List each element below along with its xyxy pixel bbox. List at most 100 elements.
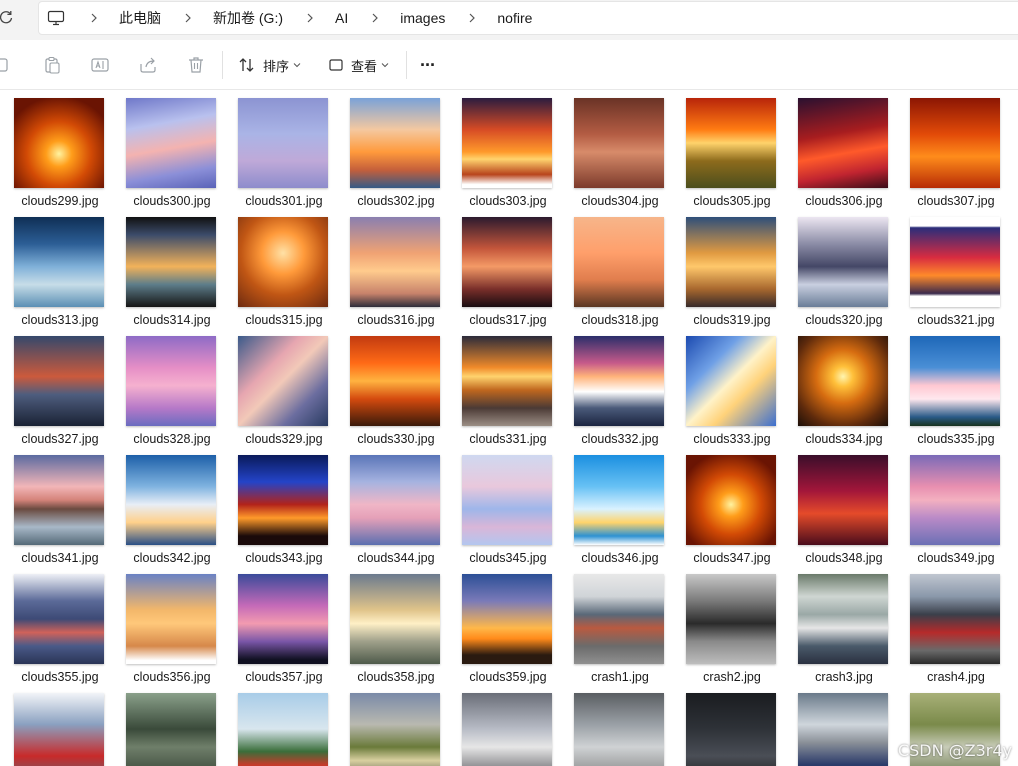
file-item[interactable]: clouds341.jpg (0, 447, 112, 566)
file-thumbnail[interactable] (126, 98, 216, 188)
file-thumbnail[interactable] (574, 574, 664, 664)
crumb-nofire[interactable]: nofire (497, 10, 532, 26)
chevron-right-icon[interactable] (89, 13, 99, 23)
file-item[interactable]: crash1.jpg (560, 566, 672, 685)
file-item[interactable]: clouds334.jpg (784, 328, 896, 447)
file-thumbnail[interactable] (238, 98, 328, 188)
copy-icon[interactable] (0, 55, 12, 75)
file-thumbnail[interactable] (574, 693, 664, 766)
file-item[interactable]: clouds313.jpg (0, 209, 112, 328)
file-item[interactable] (224, 685, 336, 766)
file-thumbnail[interactable] (350, 455, 440, 545)
file-thumbnail[interactable] (14, 574, 104, 664)
address-bar[interactable]: 此电脑 新加卷 (G:) AI images nofire (38, 1, 1018, 35)
file-item[interactable]: clouds321.jpg (896, 209, 1008, 328)
file-item[interactable]: clouds335.jpg (896, 328, 1008, 447)
file-thumbnail[interactable] (14, 336, 104, 426)
view-button[interactable]: 查看 (328, 52, 396, 78)
share-icon[interactable] (138, 55, 158, 75)
file-thumbnail[interactable] (574, 217, 664, 307)
file-thumbnail[interactable] (910, 98, 1000, 188)
file-thumbnail[interactable] (910, 217, 1000, 307)
file-thumbnail[interactable] (126, 217, 216, 307)
file-item[interactable]: clouds305.jpg (672, 90, 784, 209)
more-options-button[interactable]: ··· (420, 52, 436, 78)
file-item[interactable]: clouds307.jpg (896, 90, 1008, 209)
file-thumbnail[interactable] (574, 336, 664, 426)
file-item[interactable]: clouds355.jpg (0, 566, 112, 685)
file-thumbnail[interactable] (574, 98, 664, 188)
file-thumbnail[interactable] (238, 455, 328, 545)
file-thumbnail[interactable] (462, 455, 552, 545)
rename-icon[interactable] (90, 55, 110, 75)
file-thumbnail[interactable] (574, 455, 664, 545)
file-item[interactable]: clouds342.jpg (112, 447, 224, 566)
file-thumbnail[interactable] (798, 98, 888, 188)
file-thumbnail[interactable] (798, 693, 888, 766)
file-thumbnail[interactable] (238, 336, 328, 426)
file-item[interactable]: crash3.jpg (784, 566, 896, 685)
file-item[interactable]: clouds317.jpg (448, 209, 560, 328)
file-item[interactable]: clouds328.jpg (112, 328, 224, 447)
file-item[interactable]: clouds327.jpg (0, 328, 112, 447)
file-item[interactable]: clouds349.jpg (896, 447, 1008, 566)
file-item[interactable] (784, 685, 896, 766)
file-thumbnail[interactable] (350, 98, 440, 188)
chevron-right-icon[interactable] (305, 13, 315, 23)
file-thumbnail[interactable] (686, 336, 776, 426)
file-item[interactable]: clouds301.jpg (224, 90, 336, 209)
file-thumbnail[interactable] (350, 693, 440, 766)
file-item[interactable]: clouds330.jpg (336, 328, 448, 447)
file-item[interactable]: clouds347.jpg (672, 447, 784, 566)
file-item[interactable]: clouds333.jpg (672, 328, 784, 447)
file-item[interactable]: clouds315.jpg (224, 209, 336, 328)
file-thumbnail[interactable] (14, 693, 104, 766)
file-thumbnail[interactable] (14, 98, 104, 188)
file-item[interactable]: clouds332.jpg (560, 328, 672, 447)
paste-icon[interactable] (42, 55, 62, 75)
file-thumbnail[interactable] (126, 574, 216, 664)
file-item[interactable] (0, 685, 112, 766)
file-thumbnail[interactable] (798, 336, 888, 426)
file-thumbnail[interactable] (238, 693, 328, 766)
file-thumbnail[interactable] (798, 217, 888, 307)
file-thumbnail[interactable] (350, 574, 440, 664)
file-item[interactable]: clouds344.jpg (336, 447, 448, 566)
file-item[interactable]: clouds316.jpg (336, 209, 448, 328)
file-item[interactable]: crash4.jpg (896, 566, 1008, 685)
file-item[interactable] (448, 685, 560, 766)
file-thumbnail[interactable] (910, 574, 1000, 664)
file-item[interactable]: clouds343.jpg (224, 447, 336, 566)
crumb-images[interactable]: images (400, 10, 445, 26)
file-item[interactable]: clouds357.jpg (224, 566, 336, 685)
file-thumbnail[interactable] (238, 574, 328, 664)
file-thumbnail[interactable] (126, 693, 216, 766)
file-item[interactable]: clouds346.jpg (560, 447, 672, 566)
file-thumbnail[interactable] (462, 693, 552, 766)
file-item[interactable]: clouds320.jpg (784, 209, 896, 328)
computer-icon[interactable] (47, 9, 65, 27)
file-thumbnail[interactable] (910, 455, 1000, 545)
file-thumbnail[interactable] (14, 217, 104, 307)
file-thumbnail[interactable] (686, 455, 776, 545)
file-item[interactable] (336, 685, 448, 766)
file-item[interactable] (112, 685, 224, 766)
file-thumbnail[interactable] (686, 574, 776, 664)
crumb-drive[interactable]: 新加卷 (G:) (213, 8, 283, 28)
chevron-right-icon[interactable] (467, 13, 477, 23)
file-item[interactable]: clouds299.jpg (0, 90, 112, 209)
file-thumbnail[interactable] (350, 336, 440, 426)
file-item[interactable]: clouds359.jpg (448, 566, 560, 685)
file-item[interactable] (672, 685, 784, 766)
file-item[interactable]: clouds348.jpg (784, 447, 896, 566)
file-thumbnail[interactable] (126, 455, 216, 545)
file-thumbnail[interactable] (350, 217, 440, 307)
file-thumbnail[interactable] (14, 455, 104, 545)
file-item[interactable]: clouds345.jpg (448, 447, 560, 566)
chevron-right-icon[interactable] (183, 13, 193, 23)
file-item[interactable]: clouds304.jpg (560, 90, 672, 209)
file-thumbnail[interactable] (462, 574, 552, 664)
sort-button[interactable]: 排序 (238, 52, 308, 78)
file-thumbnail[interactable] (798, 574, 888, 664)
file-item[interactable]: clouds303.jpg (448, 90, 560, 209)
